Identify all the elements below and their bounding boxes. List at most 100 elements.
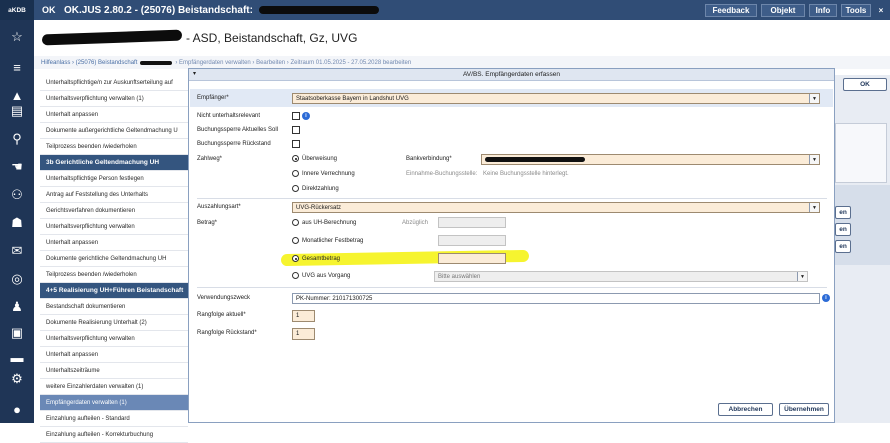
einnahme-label: Einnahme-Buchungsstelle: — [406, 171, 478, 177]
info-icon[interactable]: i — [822, 294, 830, 302]
list-item-selected[interactable]: Empfängerdaten verwalten (1) — [40, 395, 188, 411]
info-icon[interactable]: i — [302, 112, 310, 120]
list-item[interactable]: Unterhaltspflichtige Person festlegen — [40, 171, 188, 187]
redacted-name — [258, 6, 379, 14]
app-logo: OK — [42, 5, 56, 15]
tools-button[interactable]: Tools — [841, 4, 871, 17]
group-header[interactable]: 3b Gerichtliche Geltendmachung UH — [40, 155, 188, 171]
dropdown-icon[interactable]: ▼ — [809, 203, 819, 212]
zahlweg-verrechnung-radio[interactable] — [292, 170, 299, 177]
feedback-button[interactable]: Feedback — [705, 4, 757, 17]
list-item[interactable]: Unterhalt anpassen — [40, 107, 188, 123]
ok-button[interactable]: OK — [843, 78, 887, 91]
breadcrumb-link[interactable]: Hilfeanlass › (25076) Beistandschaft — [41, 60, 137, 66]
list-item[interactable]: Teilprozess beenden /wiederholen — [40, 267, 188, 283]
betrag-fest-radio[interactable] — [292, 237, 299, 244]
list-item[interactable]: Gerichtsverfahren dokumentieren — [40, 203, 188, 219]
pair-icon[interactable]: ⚇ — [0, 184, 34, 206]
abzueglich-label: Abzüglich — [402, 220, 429, 226]
sperre-rueck-checkbox[interactable] — [292, 140, 300, 148]
divider — [197, 198, 827, 199]
process-sidebar: Unterhaltspflichtige/n zur Auskunftserte… — [40, 75, 188, 443]
list-item[interactable]: Unterhaltsverpflichtung verwalten — [40, 219, 188, 235]
gesamtbetrag-input[interactable] — [438, 253, 506, 264]
list-item[interactable]: Unterhaltsverpflichtung verwalten — [40, 331, 188, 347]
auszahlung-select[interactable]: UVG-Rückersatz ▼ — [292, 202, 820, 213]
target-icon[interactable]: ◎ — [0, 268, 34, 290]
list-item[interactable]: Unterhalt anpassen — [40, 347, 188, 363]
betrag-uvg-radio[interactable] — [292, 272, 299, 279]
user-icon[interactable]: ● — [0, 398, 34, 420]
auszahlung-label: Auszahlungsart* — [197, 204, 241, 210]
document-icon[interactable]: ▤ — [0, 100, 34, 122]
dialog-header: ▾ AV/BS. Empfängerdaten erfassen — [189, 69, 834, 81]
list-item[interactable]: Teilprozess beenden /wiederholen — [40, 139, 188, 155]
collapse-icon[interactable]: ▾ — [193, 70, 196, 77]
group-header[interactable]: 4+5 Realisierung UH+Führen Beistandschaf… — [40, 283, 188, 299]
betrag-uh-radio[interactable] — [292, 219, 299, 226]
list-item[interactable]: Dokumente außergerichtliche Geltendmachu… — [40, 123, 188, 139]
dropdown-icon[interactable]: ▼ — [797, 272, 807, 281]
list-item[interactable]: Einzahlung aufteilen - Korrekturbuchung — [40, 427, 188, 443]
rang-aktuell-input[interactable]: 1 — [292, 310, 315, 322]
sperre-soll-checkbox[interactable] — [292, 126, 300, 134]
list-item[interactable]: Dokumente Realisierung Unterhalt (2) — [40, 315, 188, 331]
radio-label: Direktzahlung — [302, 186, 339, 192]
betrag-label: Betrag* — [197, 220, 218, 226]
list-item[interactable]: Antrag auf Feststellung des Unterhalts — [40, 187, 188, 203]
uvg-vorgang-select[interactable]: Bitte auswählen ▼ — [434, 271, 808, 282]
festbetrag-input[interactable] — [438, 235, 506, 246]
list-item[interactable]: Unterhaltszeiträume — [40, 363, 188, 379]
abzueglich-input[interactable] — [438, 217, 506, 228]
background-panel: OK en en en — [835, 75, 890, 423]
nicht-unterhalt-checkbox[interactable] — [292, 112, 300, 120]
radio-label: Überweisung — [302, 156, 338, 162]
list-item[interactable]: Unterhalt anpassen — [40, 235, 188, 251]
star-icon[interactable]: ☆ — [0, 26, 34, 48]
empfaenger-select[interactable]: Staatsoberkasse Bayern in Landshut UVG ▼ — [292, 93, 820, 104]
radio-label: Gesamtbetrag — [302, 256, 341, 262]
background-button[interactable]: en — [835, 206, 851, 219]
accept-button[interactable]: Übernehmen — [779, 403, 829, 416]
page-title: - ASD, Beistandschaft, Gz, UVG — [186, 31, 358, 45]
settings-icon[interactable]: ⚙ — [0, 368, 34, 390]
radio-label: Monatlicher Festbetrag — [302, 238, 364, 244]
list-item[interactable]: Unterhaltsverpflichtung verwalten (1) — [40, 91, 188, 107]
notes-icon[interactable]: ▣ — [0, 322, 34, 344]
info-button[interactable]: Info — [809, 4, 837, 17]
page-heading-area: - ASD, Beistandschaft, Gz, UVG — [34, 20, 890, 56]
redacted-name — [140, 60, 173, 65]
objekt-button[interactable]: Objekt — [761, 4, 805, 17]
list-item[interactable]: Dokumente gerichtliche Geltendmachung UH — [40, 251, 188, 267]
betrag-gesamt-radio[interactable] — [292, 255, 299, 262]
background-button[interactable]: en — [835, 223, 851, 236]
zahlweg-ueberweisung-radio[interactable] — [292, 155, 299, 162]
dropdown-icon[interactable]: ▼ — [809, 94, 819, 103]
radio-label: Innere Verrechnung — [302, 171, 355, 177]
breadcrumb-rest: › Empfängerdaten verwalten › Bearbeiten … — [175, 59, 412, 66]
einnahme-value: Keine Buchungsstelle hinterlegt. — [483, 171, 569, 177]
person-icon[interactable]: ♟ — [0, 296, 34, 318]
list-item[interactable]: Einzahlung aufteilen - Standard — [40, 411, 188, 427]
menu-icon[interactable]: ≡ — [0, 56, 34, 78]
empfaenger-label: Empfänger* — [197, 95, 229, 101]
dropdown-icon[interactable]: ▼ — [809, 155, 819, 164]
bank-label: Bankverbindung* — [406, 156, 452, 162]
list-item[interactable]: Bestandschaft dokumentieren — [40, 299, 188, 315]
search-money-icon[interactable]: ⚲ — [0, 128, 34, 150]
chevron-icon[interactable]: ▬ — [0, 346, 34, 368]
list-item[interactable]: Unterhaltspflichtige/n zur Auskunftserte… — [40, 75, 188, 91]
verwendungszweck-input[interactable]: PK-Nummer: 210171300725 — [292, 293, 820, 304]
background-button[interactable]: en — [835, 240, 851, 253]
cancel-button[interactable]: Abbrechen — [718, 403, 773, 416]
mail-icon[interactable]: ✉ — [0, 240, 34, 262]
zahlweg-direkt-radio[interactable] — [292, 185, 299, 192]
bank-select[interactable]: ▼ — [481, 154, 820, 165]
verwendungszweck-label: Verwendungszweck — [197, 295, 251, 301]
dialog-title: AV/BS. Empfängerdaten erfassen — [462, 71, 561, 78]
people-icon[interactable]: ☗ — [0, 212, 34, 234]
rang-rueck-input[interactable]: 1 — [292, 328, 315, 340]
list-item[interactable]: weitere Einzahlerdaten verwalten (1) — [40, 379, 188, 395]
close-icon[interactable]: × — [874, 4, 888, 17]
hand-icon[interactable]: ☚ — [0, 156, 34, 178]
